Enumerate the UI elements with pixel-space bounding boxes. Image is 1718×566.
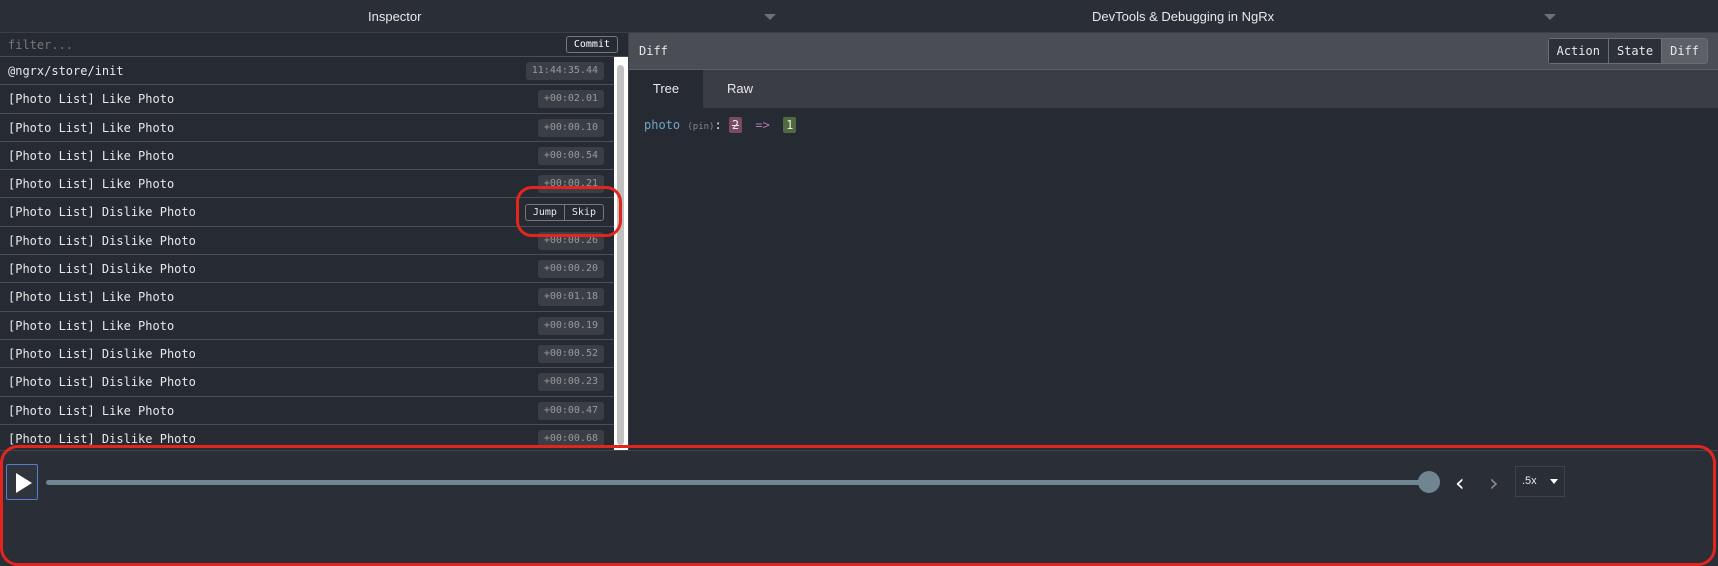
view-tabs: Tree Raw xyxy=(629,70,1718,108)
action-row[interactable]: [Photo List] Dislike Photo +00:00.26 xyxy=(0,227,614,256)
action-label: [Photo List] Like Photo xyxy=(8,403,175,418)
top-bar: Inspector DevTools & Debugging in NgRx xyxy=(0,0,1718,33)
action-label: @ngrx/store/init xyxy=(8,64,124,78)
action-list: @ngrx/store/init 11:44:35.44 [Photo List] … xyxy=(0,57,614,454)
jump-button[interactable]: Jump xyxy=(526,205,564,220)
diff-header: Diff Action State Diff xyxy=(629,33,1718,70)
action-timestamp: +00:00.52 xyxy=(537,344,604,363)
diff-arrow: => xyxy=(755,118,770,132)
scrollbar-thumb[interactable] xyxy=(617,65,624,445)
mode-switch: Action State Diff xyxy=(1547,38,1708,64)
action-label: [Photo List] Dislike Photo xyxy=(8,346,196,361)
action-timestamp: +00:02.01 xyxy=(537,90,604,109)
old-value: 2 xyxy=(728,117,743,133)
playback-bar: ‹ › .5x xyxy=(0,450,1718,566)
filter-bar: Commit xyxy=(0,33,628,57)
mode-diff-button[interactable]: Diff xyxy=(1661,39,1707,63)
action-timestamp: +00:00.10 xyxy=(537,118,604,137)
action-row[interactable]: [Photo List] Like Photo +00:01.18 xyxy=(0,283,614,312)
action-label: [Photo List] Dislike Photo xyxy=(8,262,196,277)
colon: : xyxy=(714,118,722,132)
action-label: [Photo List] Like Photo xyxy=(8,177,175,192)
action-timestamp: +00:00.21 xyxy=(537,175,604,194)
commit-button[interactable]: Commit xyxy=(565,36,618,53)
action-label: [Photo List] Like Photo xyxy=(8,318,175,333)
diff-panel: Diff Action State Diff Tree Raw photo (p… xyxy=(628,33,1718,450)
tab-raw[interactable]: Raw xyxy=(703,70,777,108)
action-timestamp: +00:00.20 xyxy=(537,260,604,279)
action-list-panel: Commit @ngrx/store/init 11:44:35.44 [Photo… xyxy=(0,33,628,454)
action-row[interactable]: [Photo List] Like Photo +00:00.47 xyxy=(0,397,614,425)
speed-select[interactable]: .5x xyxy=(1515,466,1565,497)
action-row[interactable]: [Photo List] Dislike Photo +00:00.23 xyxy=(0,368,614,397)
mode-action-button[interactable]: Action xyxy=(1548,39,1608,63)
action-timestamp: +00:00.47 xyxy=(537,401,604,420)
mode-state-button[interactable]: State xyxy=(1607,39,1662,63)
skip-button[interactable]: Skip xyxy=(563,205,603,221)
monitor-title: DevTools & Debugging in NgRx xyxy=(1092,9,1275,24)
action-timestamp: +00:00.26 xyxy=(537,231,604,250)
diff-tree: photo (pin): 2 => 1 xyxy=(629,108,1718,142)
diff-label: Diff xyxy=(639,44,668,58)
action-timestamp: +00:00.68 xyxy=(537,429,604,448)
play-icon[interactable] xyxy=(6,464,38,500)
action-row[interactable]: [Photo List] Like Photo +00:00.54 xyxy=(0,142,614,171)
new-value: 1 xyxy=(783,117,797,133)
diff-key[interactable]: photo xyxy=(644,118,680,132)
inspector-dropdown-icon[interactable] xyxy=(764,14,776,20)
action-label: [Photo List] Like Photo xyxy=(8,148,175,163)
action-timestamp: +00:00.19 xyxy=(537,316,604,335)
action-row[interactable]: [Photo List] Dislike Photo Jump Skip xyxy=(0,198,614,227)
chevron-right-icon[interactable]: › xyxy=(1489,469,1499,497)
jump-skip-group: Jump Skip xyxy=(524,204,604,222)
monitor-dropdown-icon[interactable] xyxy=(1544,14,1556,20)
action-timestamp: 11:44:35.44 xyxy=(525,62,604,80)
filter-input[interactable] xyxy=(0,33,500,57)
action-row[interactable]: [Photo List] Like Photo +00:02.01 xyxy=(0,85,614,114)
action-label: [Photo List] Dislike Photo xyxy=(8,375,196,390)
action-row[interactable]: [Photo List] Like Photo +00:00.19 xyxy=(0,312,614,340)
scrollbar[interactable] xyxy=(614,57,628,450)
action-label: [Photo List] Like Photo xyxy=(8,92,175,107)
action-row[interactable]: [Photo List] Dislike Photo +00:00.68 xyxy=(0,425,614,454)
slider-handle[interactable] xyxy=(1418,471,1440,493)
action-label: [Photo List] Dislike Photo xyxy=(8,205,196,220)
action-label: [Photo List] Like Photo xyxy=(8,290,175,305)
action-timestamp: +00:01.18 xyxy=(537,288,604,307)
action-timestamp: +00:00.23 xyxy=(537,373,604,392)
action-label: [Photo List] Dislike Photo xyxy=(8,431,196,446)
action-label: [Photo List] Like Photo xyxy=(8,120,175,135)
tab-tree[interactable]: Tree xyxy=(629,70,703,108)
chevron-down-icon xyxy=(1550,479,1558,484)
action-row[interactable]: [Photo List] Like Photo +00:00.21 xyxy=(0,170,614,199)
action-row[interactable]: [Photo List] Dislike Photo +00:00.52 xyxy=(0,340,614,369)
action-timestamp: +00:00.54 xyxy=(537,146,604,165)
chevron-left-icon[interactable]: ‹ xyxy=(1455,469,1465,497)
action-row[interactable]: [Photo List] Like Photo +00:00.10 xyxy=(0,114,614,142)
timeline-slider[interactable] xyxy=(46,480,1430,485)
pin-hint[interactable]: (pin) xyxy=(687,122,714,132)
action-row[interactable]: [Photo List] Dislike Photo +00:00.20 xyxy=(0,255,614,284)
inspector-title: Inspector xyxy=(368,9,422,24)
action-row[interactable]: @ngrx/store/init 11:44:35.44 xyxy=(0,57,614,86)
speed-value: .5x xyxy=(1522,475,1537,487)
action-label: [Photo List] Dislike Photo xyxy=(8,233,196,248)
